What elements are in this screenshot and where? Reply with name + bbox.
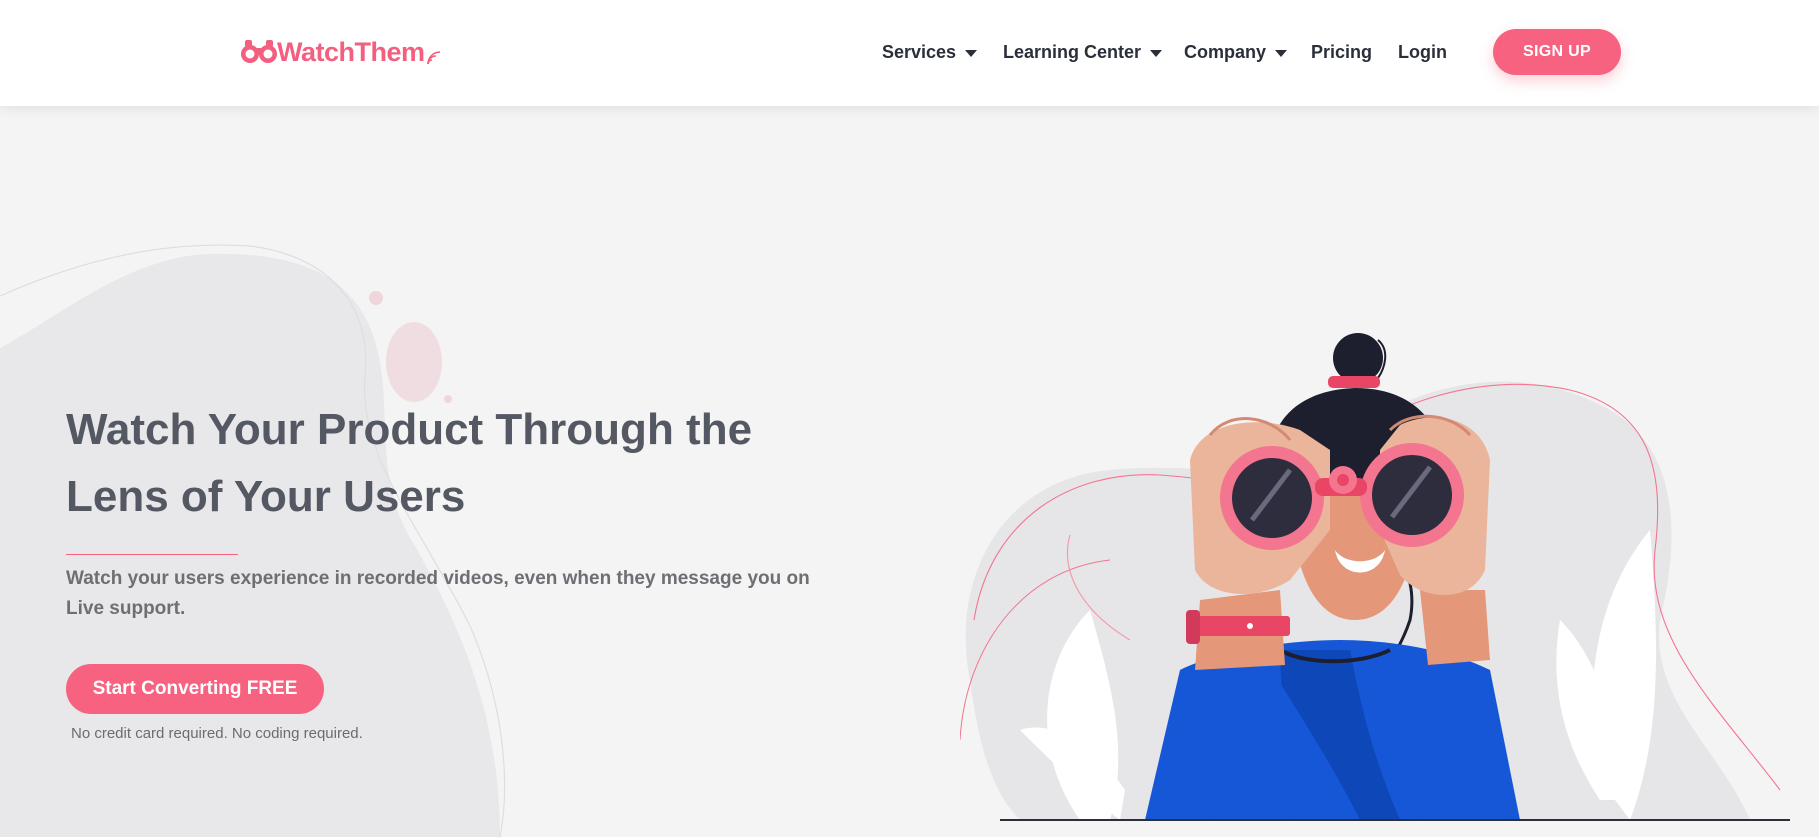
site-header: WatchThem Services Learning Center Compa… <box>0 0 1819 106</box>
nav-pricing-label: Pricing <box>1311 41 1373 62</box>
chevron-down-icon <box>1150 49 1163 57</box>
nav-pricing[interactable]: Pricing <box>1311 40 1372 64</box>
signal-waves-icon <box>426 51 440 65</box>
binoculars-woman-illustration <box>960 333 1790 821</box>
nav-services-label: Services <box>882 41 957 62</box>
nav-learning-center-label: Learning Center <box>1003 41 1142 62</box>
logo[interactable]: WatchThem <box>240 34 444 70</box>
hero-title: Watch Your Product Through the Lens of Y… <box>66 405 753 521</box>
hero-subtitle: Watch your users experience in recorded … <box>66 568 810 619</box>
nav-login-label: Login <box>1398 41 1447 62</box>
logo-text: WatchThem <box>277 36 425 67</box>
binoculars-logo-icon <box>241 40 277 63</box>
nav-login[interactable]: Login <box>1398 40 1447 64</box>
chevron-down-icon <box>965 49 978 57</box>
signup-button[interactable]: SIGN UP <box>1493 29 1621 75</box>
chevron-down-icon <box>1275 49 1288 57</box>
start-converting-button[interactable]: Start Converting FREE <box>66 664 324 714</box>
cta-note: No credit card required. No coding requi… <box>71 725 363 742</box>
nav-services[interactable]: Services <box>882 40 978 64</box>
hero-divider <box>66 554 238 555</box>
nav-company[interactable]: Company <box>1184 40 1288 64</box>
nav-learning-center[interactable]: Learning Center <box>1003 40 1163 64</box>
nav-company-label: Company <box>1184 41 1267 62</box>
